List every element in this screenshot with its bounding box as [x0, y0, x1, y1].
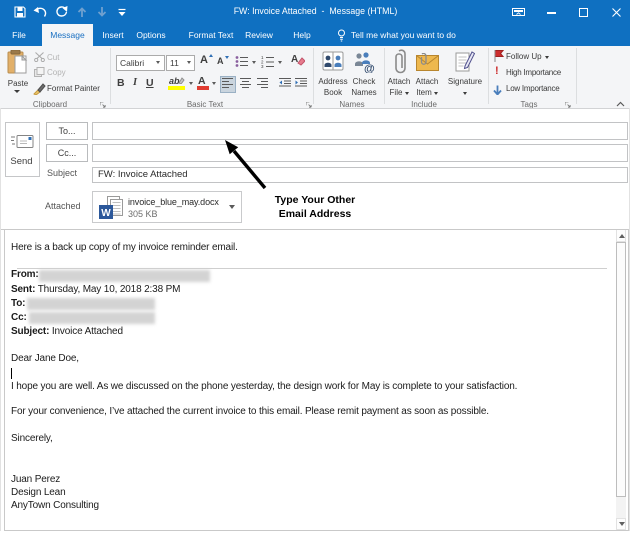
svg-text:W: W: [101, 208, 111, 219]
svg-text:3: 3: [261, 64, 264, 68]
svg-text:@: @: [364, 63, 375, 73]
